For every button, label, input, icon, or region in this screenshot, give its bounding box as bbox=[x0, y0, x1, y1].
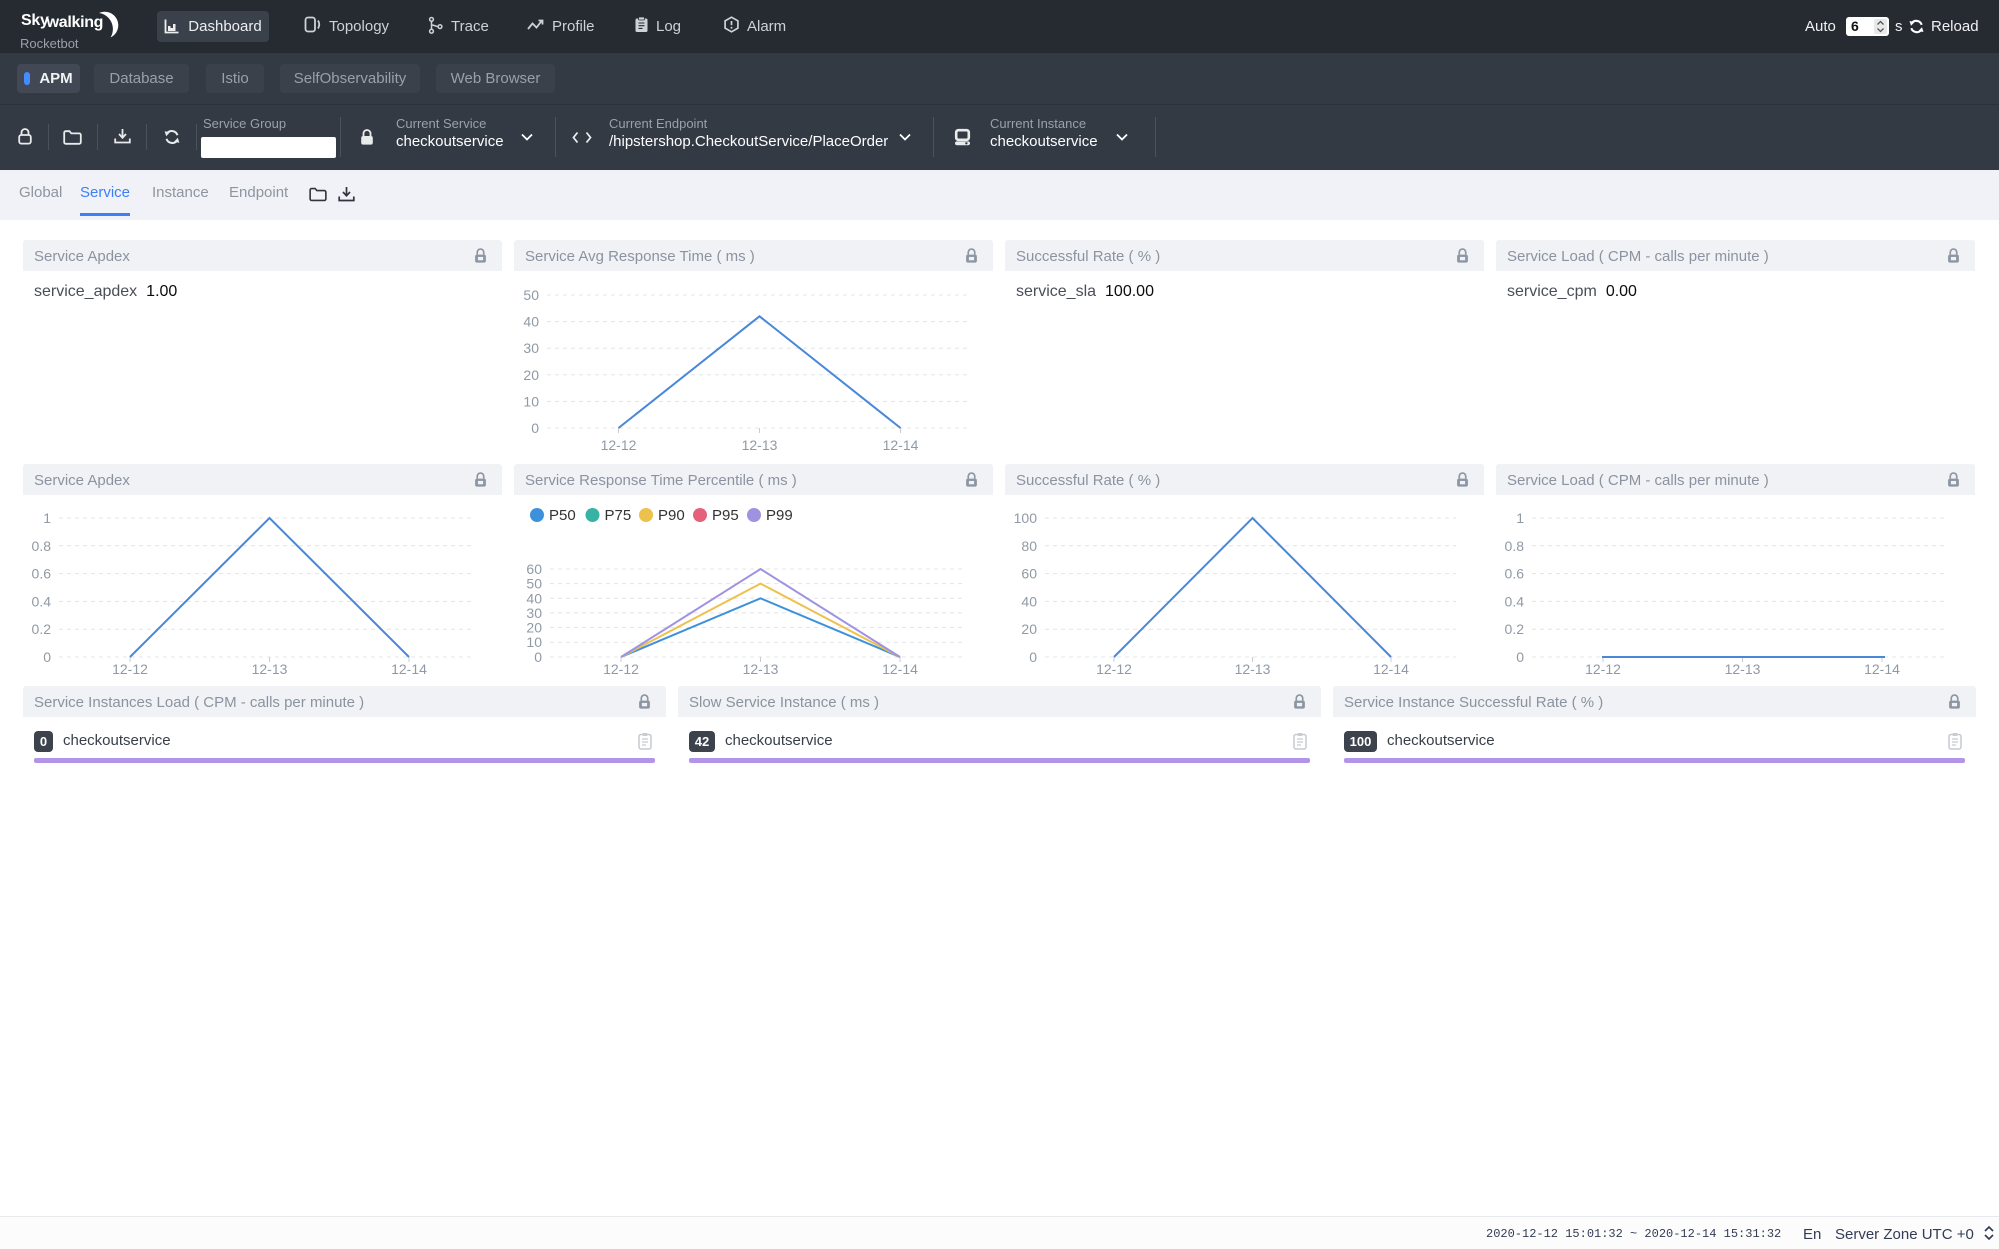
svg-text:10: 10 bbox=[523, 393, 539, 409]
svg-text:0: 0 bbox=[1029, 649, 1037, 665]
svg-text:0: 0 bbox=[43, 649, 51, 665]
svg-text:0.6: 0.6 bbox=[1505, 566, 1525, 582]
svg-text:12-13: 12-13 bbox=[742, 437, 778, 452]
svg-text:P95: P95 bbox=[712, 507, 739, 524]
svg-text:10: 10 bbox=[526, 634, 542, 650]
svg-text:12-14: 12-14 bbox=[391, 661, 427, 674]
svg-text:20: 20 bbox=[1021, 621, 1037, 637]
svg-text:0: 0 bbox=[534, 649, 542, 665]
svg-text:0.2: 0.2 bbox=[32, 621, 52, 637]
svg-text:40: 40 bbox=[526, 590, 542, 606]
svg-text:0.6: 0.6 bbox=[32, 566, 52, 582]
svg-text:100: 100 bbox=[1014, 510, 1038, 526]
svg-text:20: 20 bbox=[523, 367, 539, 383]
svg-text:0.8: 0.8 bbox=[32, 538, 52, 554]
svg-text:12-13: 12-13 bbox=[1725, 661, 1761, 674]
svg-text:12-14: 12-14 bbox=[883, 437, 919, 452]
svg-text:12-12: 12-12 bbox=[1585, 661, 1621, 674]
svg-text:20: 20 bbox=[526, 620, 542, 636]
svg-text:12-13: 12-13 bbox=[1235, 661, 1271, 674]
svg-text:0.4: 0.4 bbox=[32, 593, 52, 609]
svg-text:50: 50 bbox=[526, 576, 542, 592]
svg-text:P75: P75 bbox=[605, 507, 632, 524]
svg-text:12-12: 12-12 bbox=[112, 661, 148, 674]
svg-text:40: 40 bbox=[1021, 593, 1037, 609]
svg-text:12-12: 12-12 bbox=[603, 661, 639, 674]
svg-text:12-13: 12-13 bbox=[743, 661, 779, 674]
svg-text:12-14: 12-14 bbox=[882, 661, 918, 674]
svg-text:12-12: 12-12 bbox=[601, 437, 637, 452]
svg-text:P99: P99 bbox=[766, 507, 793, 524]
svg-text:P50: P50 bbox=[549, 507, 576, 524]
svg-text:12-12: 12-12 bbox=[1096, 661, 1132, 674]
svg-text:1: 1 bbox=[1516, 510, 1524, 526]
svg-text:P90: P90 bbox=[658, 507, 685, 524]
svg-text:80: 80 bbox=[1021, 538, 1037, 554]
svg-text:0: 0 bbox=[531, 420, 539, 436]
svg-text:0.2: 0.2 bbox=[1505, 621, 1525, 637]
svg-text:30: 30 bbox=[526, 605, 542, 621]
svg-text:0.4: 0.4 bbox=[1505, 593, 1525, 609]
svg-text:1: 1 bbox=[43, 510, 51, 526]
svg-text:12-14: 12-14 bbox=[1373, 661, 1409, 674]
svg-text:40: 40 bbox=[523, 314, 539, 330]
svg-text:60: 60 bbox=[526, 561, 542, 577]
svg-text:0.8: 0.8 bbox=[1505, 538, 1525, 554]
svg-text:30: 30 bbox=[523, 340, 539, 356]
svg-text:60: 60 bbox=[1021, 566, 1037, 582]
svg-text:0: 0 bbox=[1516, 649, 1524, 665]
svg-text:12-13: 12-13 bbox=[252, 661, 288, 674]
svg-text:12-14: 12-14 bbox=[1864, 661, 1900, 674]
svg-text:50: 50 bbox=[523, 287, 539, 303]
